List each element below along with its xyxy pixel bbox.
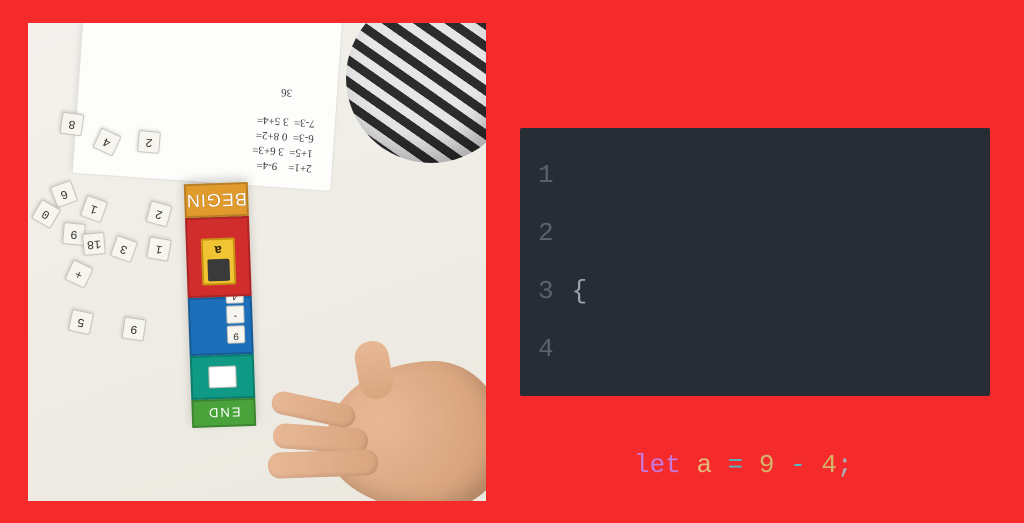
- loose-tile: 9: [122, 316, 147, 341]
- board-variable-segment: a: [185, 215, 252, 297]
- number-literal: 9: [759, 450, 775, 480]
- line-number: 3: [538, 262, 554, 320]
- math-worksheet: 2+1= 9-4= 1+5= 3 6+3= 6-3= 0 8+2= 7-3= 3…: [72, 19, 345, 192]
- semicolon: ;: [837, 450, 853, 480]
- brace-open: {: [572, 276, 588, 306]
- number-literal: 4: [821, 450, 837, 480]
- line-number: 1: [538, 146, 554, 204]
- operator-equals: =: [728, 450, 744, 480]
- loose-tile: 2: [146, 200, 173, 227]
- line-number: 4: [538, 320, 554, 378]
- line-number: 2: [538, 204, 554, 262]
- variable-slot-icon: [207, 258, 230, 281]
- operator-minus: -: [790, 450, 806, 480]
- loose-tile: 1: [146, 236, 171, 261]
- board-end-segment: END: [191, 397, 256, 427]
- loose-tile: 6: [50, 179, 78, 207]
- board-expression-segment: 9 - 4: [188, 295, 254, 355]
- expr-tile: -: [226, 305, 245, 324]
- output-card: [208, 365, 237, 388]
- identifier-a: a: [696, 450, 712, 480]
- loose-tile: 1: [80, 194, 108, 222]
- keyword-let: let: [634, 450, 681, 480]
- variable-tile: a: [201, 237, 237, 285]
- photo-panel: 2+1= 9-4= 1+5= 3 6+3= 6-3= 0 8+2= 7-3= 3…: [24, 19, 490, 505]
- loose-tile: +: [64, 259, 93, 288]
- code-source: { let a = 9 - 4; console.log(a); }: [572, 146, 872, 378]
- loose-tile: 8: [60, 111, 85, 136]
- code-line-2: let a = 9 - 4;: [572, 436, 872, 494]
- code-line-1: {: [572, 262, 872, 320]
- board-begin-segment: BEGIN: [184, 181, 249, 217]
- expr-tile: 9: [227, 325, 246, 344]
- loose-tile: 2: [137, 130, 161, 154]
- board-begin-label: BEGIN: [185, 188, 247, 211]
- hand-finger: [268, 449, 379, 479]
- coding-board: END 9 - 4 a BEGIN: [184, 181, 256, 427]
- striped-sleeve: [346, 19, 490, 163]
- loose-tile: 3: [110, 234, 138, 262]
- board-end-label: END: [207, 404, 241, 420]
- loose-tile: 5: [68, 308, 94, 334]
- board-output-segment: [190, 353, 255, 399]
- loose-tile: 18: [82, 232, 106, 256]
- variable-label: a: [214, 239, 222, 256]
- code-panel: 1 2 3 4 { let a = 9 - 4; console.log(a);…: [520, 128, 990, 396]
- line-number-gutter: 1 2 3 4: [538, 146, 572, 378]
